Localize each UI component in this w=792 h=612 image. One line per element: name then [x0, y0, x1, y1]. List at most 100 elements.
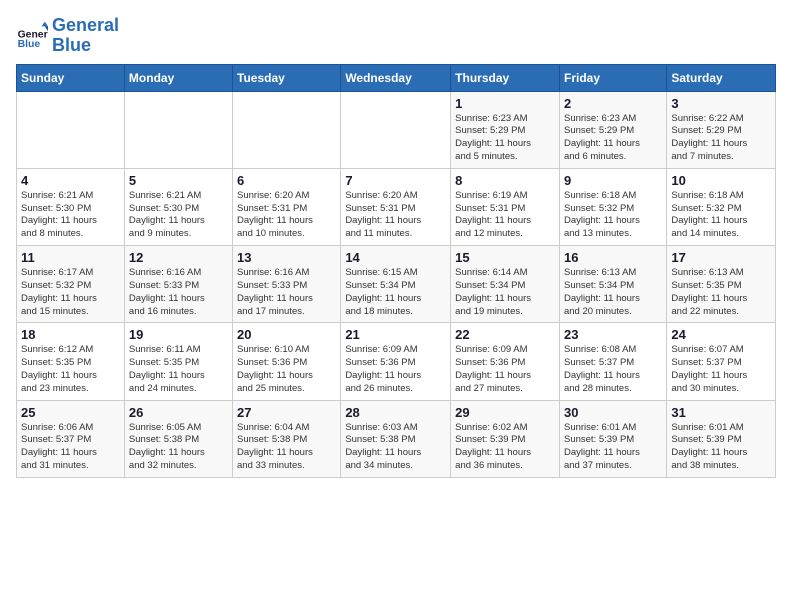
- calendar-cell: 27 Sunrise: 6:04 AM Sunset: 5:38 PM Dayli…: [233, 400, 341, 477]
- day-info: Sunrise: 6:06 AM Sunset: 5:37 PM Dayligh…: [21, 422, 120, 473]
- col-header-thursday: Thursday: [451, 64, 560, 91]
- day-number: 12: [129, 250, 228, 265]
- calendar-week-3: 11 Sunrise: 6:17 AM Sunset: 5:32 PM Dayli…: [17, 246, 776, 323]
- logo-icon: General Blue: [16, 20, 48, 52]
- calendar-cell: 1 Sunrise: 6:23 AM Sunset: 5:29 PM Daylig…: [451, 91, 560, 168]
- day-number: 4: [21, 173, 120, 188]
- logo-text-line2: Blue: [52, 36, 119, 56]
- day-info: Sunrise: 6:03 AM Sunset: 5:38 PM Dayligh…: [345, 422, 446, 473]
- day-info: Sunrise: 6:23 AM Sunset: 5:29 PM Dayligh…: [564, 113, 662, 164]
- calendar-cell: 30Sunrise: 6:01 AM Sunset: 5:39 PM Dayli…: [559, 400, 666, 477]
- calendar-week-5: 25 Sunrise: 6:06 AM Sunset: 5:37 PM Dayli…: [17, 400, 776, 477]
- calendar-cell: 25 Sunrise: 6:06 AM Sunset: 5:37 PM Dayli…: [17, 400, 125, 477]
- calendar-cell: 14Sunrise: 6:15 AM Sunset: 5:34 PM Dayli…: [341, 246, 451, 323]
- day-number: 3: [671, 96, 771, 111]
- day-number: 5: [129, 173, 228, 188]
- col-header-tuesday: Tuesday: [233, 64, 341, 91]
- calendar-cell: 28 Sunrise: 6:03 AM Sunset: 5:38 PM Dayli…: [341, 400, 451, 477]
- day-info: Sunrise: 6:02 AM Sunset: 5:39 PM Dayligh…: [455, 422, 555, 473]
- day-number: 10: [671, 173, 771, 188]
- day-info: Sunrise: 6:13 AM Sunset: 5:34 PM Dayligh…: [564, 267, 662, 318]
- day-info: Sunrise: 6:07 AM Sunset: 5:37 PM Dayligh…: [671, 344, 771, 395]
- day-info: Sunrise: 6:13 AM Sunset: 5:35 PM Dayligh…: [671, 267, 771, 318]
- day-number: 26: [129, 405, 228, 420]
- day-info: Sunrise: 6:23 AM Sunset: 5:29 PM Dayligh…: [455, 113, 555, 164]
- calendar-cell: 19Sunrise: 6:11 AM Sunset: 5:35 PM Dayli…: [124, 323, 232, 400]
- day-info: Sunrise: 6:14 AM Sunset: 5:34 PM Dayligh…: [455, 267, 555, 318]
- day-number: 29: [455, 405, 555, 420]
- page-header: General Blue General Blue: [16, 16, 776, 56]
- calendar-cell: 7 Sunrise: 6:20 AM Sunset: 5:31 PM Daylig…: [341, 168, 451, 245]
- calendar-week-2: 4 Sunrise: 6:21 AM Sunset: 5:30 PM Daylig…: [17, 168, 776, 245]
- day-info: Sunrise: 6:21 AM Sunset: 5:30 PM Dayligh…: [129, 190, 228, 241]
- day-info: Sunrise: 6:10 AM Sunset: 5:36 PM Dayligh…: [237, 344, 336, 395]
- day-info: Sunrise: 6:12 AM Sunset: 5:35 PM Dayligh…: [21, 344, 120, 395]
- day-info: Sunrise: 6:21 AM Sunset: 5:30 PM Dayligh…: [21, 190, 120, 241]
- calendar-cell: 3 Sunrise: 6:22 AM Sunset: 5:29 PM Daylig…: [667, 91, 776, 168]
- calendar-cell: 29 Sunrise: 6:02 AM Sunset: 5:39 PM Dayli…: [451, 400, 560, 477]
- day-number: 22: [455, 327, 555, 342]
- day-number: 23: [564, 327, 662, 342]
- day-number: 28: [345, 405, 446, 420]
- day-number: 15: [455, 250, 555, 265]
- calendar-cell: 2 Sunrise: 6:23 AM Sunset: 5:29 PM Daylig…: [559, 91, 666, 168]
- day-number: 18: [21, 327, 120, 342]
- calendar-week-4: 18 Sunrise: 6:12 AM Sunset: 5:35 PM Dayli…: [17, 323, 776, 400]
- calendar-cell: [124, 91, 232, 168]
- calendar-cell: 12 Sunrise: 6:16 AM Sunset: 5:33 PM Dayli…: [124, 246, 232, 323]
- calendar-cell: 24 Sunrise: 6:07 AM Sunset: 5:37 PM Dayli…: [667, 323, 776, 400]
- calendar-cell: 15 Sunrise: 6:14 AM Sunset: 5:34 PM Dayli…: [451, 246, 560, 323]
- logo: General Blue General Blue: [16, 16, 119, 56]
- calendar-cell: 18 Sunrise: 6:12 AM Sunset: 5:35 PM Dayli…: [17, 323, 125, 400]
- day-number: 9: [564, 173, 662, 188]
- calendar-cell: 10 Sunrise: 6:18 AM Sunset: 5:32 PM Dayli…: [667, 168, 776, 245]
- day-info: Sunrise: 6:17 AM Sunset: 5:32 PM Dayligh…: [21, 267, 120, 318]
- day-number: 16: [564, 250, 662, 265]
- day-info: Sunrise: 6:08 AM Sunset: 5:37 PM Dayligh…: [564, 344, 662, 395]
- day-number: 2: [564, 96, 662, 111]
- calendar-cell: 22 Sunrise: 6:09 AM Sunset: 5:36 PM Dayli…: [451, 323, 560, 400]
- calendar-table: SundayMondayTuesdayWednesdayThursdayFrid…: [16, 64, 776, 478]
- calendar-cell: 4 Sunrise: 6:21 AM Sunset: 5:30 PM Daylig…: [17, 168, 125, 245]
- day-number: 17: [671, 250, 771, 265]
- day-number: 11: [21, 250, 120, 265]
- calendar-week-1: 1 Sunrise: 6:23 AM Sunset: 5:29 PM Daylig…: [17, 91, 776, 168]
- calendar-cell: 16 Sunrise: 6:13 AM Sunset: 5:34 PM Dayli…: [559, 246, 666, 323]
- calendar-cell: 11 Sunrise: 6:17 AM Sunset: 5:32 PM Dayli…: [17, 246, 125, 323]
- day-number: 24: [671, 327, 771, 342]
- day-info: Sunrise: 6:19 AM Sunset: 5:31 PM Dayligh…: [455, 190, 555, 241]
- day-info: Sunrise: 6:16 AM Sunset: 5:33 PM Dayligh…: [129, 267, 228, 318]
- day-info: Sunrise: 6:05 AM Sunset: 5:38 PM Dayligh…: [129, 422, 228, 473]
- calendar-cell: [233, 91, 341, 168]
- day-info: Sunrise: 6:20 AM Sunset: 5:31 PM Dayligh…: [345, 190, 446, 241]
- day-number: 21: [345, 327, 446, 342]
- day-number: 1: [455, 96, 555, 111]
- day-info: Sunrise: 6:16 AM Sunset: 5:33 PM Dayligh…: [237, 267, 336, 318]
- day-info: Sunrise: 6:22 AM Sunset: 5:29 PM Dayligh…: [671, 113, 771, 164]
- col-header-sunday: Sunday: [17, 64, 125, 91]
- day-number: 25: [21, 405, 120, 420]
- calendar-cell: 9 Sunrise: 6:18 AM Sunset: 5:32 PM Daylig…: [559, 168, 666, 245]
- day-info: Sunrise: 6:09 AM Sunset: 5:36 PM Dayligh…: [455, 344, 555, 395]
- day-info: Sunrise: 6:20 AM Sunset: 5:31 PM Dayligh…: [237, 190, 336, 241]
- calendar-cell: [17, 91, 125, 168]
- day-info: Sunrise: 6:04 AM Sunset: 5:38 PM Dayligh…: [237, 422, 336, 473]
- day-number: 6: [237, 173, 336, 188]
- day-number: 13: [237, 250, 336, 265]
- col-header-wednesday: Wednesday: [341, 64, 451, 91]
- calendar-cell: 26 Sunrise: 6:05 AM Sunset: 5:38 PM Dayli…: [124, 400, 232, 477]
- day-info: Sunrise: 6:18 AM Sunset: 5:32 PM Dayligh…: [671, 190, 771, 241]
- calendar-cell: 23 Sunrise: 6:08 AM Sunset: 5:37 PM Dayli…: [559, 323, 666, 400]
- calendar-cell: 5 Sunrise: 6:21 AM Sunset: 5:30 PM Daylig…: [124, 168, 232, 245]
- calendar-cell: 21Sunrise: 6:09 AM Sunset: 5:36 PM Dayli…: [341, 323, 451, 400]
- day-info: Sunrise: 6:18 AM Sunset: 5:32 PM Dayligh…: [564, 190, 662, 241]
- svg-text:Blue: Blue: [18, 39, 41, 50]
- day-number: 27: [237, 405, 336, 420]
- calendar-cell: 6 Sunrise: 6:20 AM Sunset: 5:31 PM Daylig…: [233, 168, 341, 245]
- calendar-cell: 31Sunrise: 6:01 AM Sunset: 5:39 PM Dayli…: [667, 400, 776, 477]
- calendar-cell: 8Sunrise: 6:19 AM Sunset: 5:31 PM Daylig…: [451, 168, 560, 245]
- logo-text-line1: General: [52, 16, 119, 36]
- day-number: 7: [345, 173, 446, 188]
- day-number: 31: [671, 405, 771, 420]
- day-number: 30: [564, 405, 662, 420]
